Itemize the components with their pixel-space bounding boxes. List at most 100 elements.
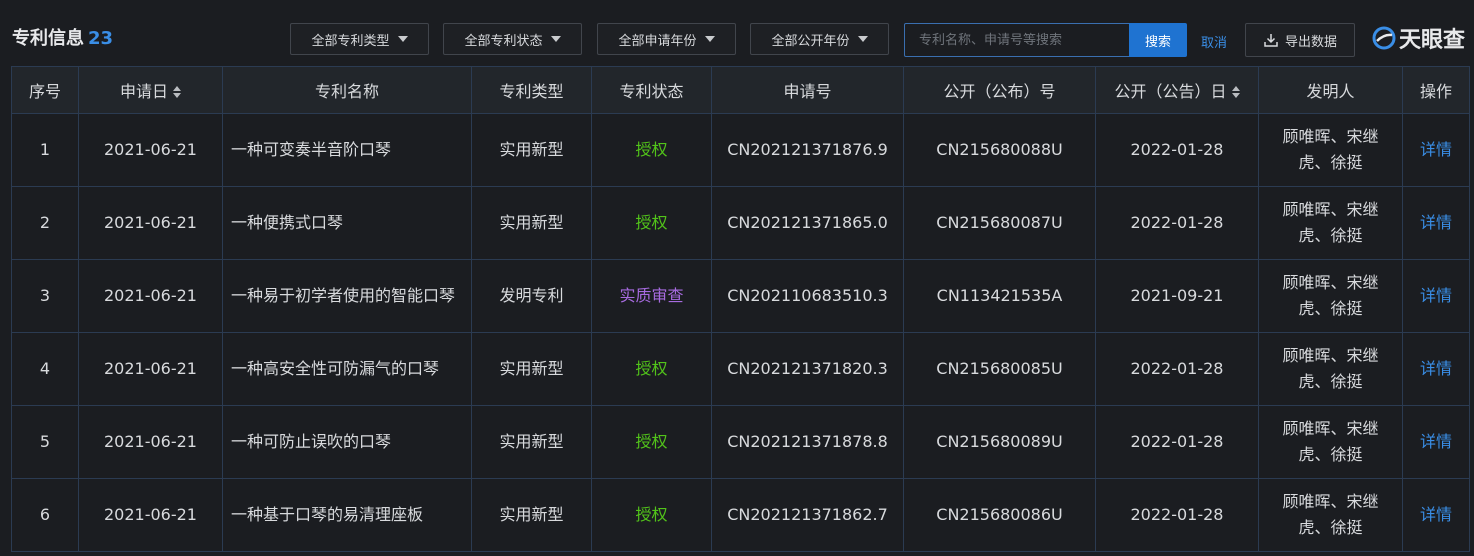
- cell-row-index: 5: [11, 405, 79, 479]
- detail-link-text[interactable]: 详情: [1420, 213, 1452, 232]
- cell-publication-date: 2021-09-21: [1095, 259, 1259, 333]
- filter-label: 全部专利状态: [464, 33, 543, 49]
- filter-publication-year[interactable]: 全部公开年份: [750, 23, 889, 55]
- detail-link-text[interactable]: 详情: [1420, 359, 1452, 378]
- row-index-text: 4: [39, 359, 51, 378]
- caret-down-icon: [397, 36, 408, 42]
- publication-date-text: 2022-01-28: [1130, 213, 1224, 232]
- cell-inventors: 顾唯晖、宋继虎、徐挺: [1258, 332, 1403, 406]
- cell-patent-type: 实用新型: [471, 186, 592, 260]
- cell-patent-status: 授权: [591, 478, 712, 552]
- search-input[interactable]: [904, 23, 1130, 57]
- search-button[interactable]: 搜索: [1129, 23, 1187, 57]
- cell-publication-number: CN215680088U: [903, 113, 1096, 187]
- patent-status-text: 授权: [635, 505, 668, 524]
- filter-patent-type[interactable]: 全部专利类型: [290, 23, 429, 55]
- cell-patent-type: 实用新型: [471, 113, 592, 187]
- cell-detail-link[interactable]: 详情: [1402, 405, 1470, 479]
- sort-icon[interactable]: [1231, 86, 1240, 98]
- detail-link-text[interactable]: 详情: [1420, 432, 1452, 451]
- row-index-text: 2: [39, 213, 51, 232]
- detail-link-text[interactable]: 详情: [1420, 286, 1452, 305]
- inventors-text: 顾唯晖、宋继虎、徐挺: [1282, 492, 1379, 537]
- publication-number-text: CN215680085U: [936, 359, 1063, 378]
- table-row: 5 2021-06-21 一种可防止误吹的口琴 实用新型 授权 CN20212137187…: [11, 405, 1470, 479]
- publication-number-text: CN215680086U: [936, 505, 1063, 524]
- cell-patent-status: 授权: [591, 186, 712, 260]
- col-header-patent-status: 专利状态: [591, 66, 712, 114]
- cell-detail-link[interactable]: 详情: [1402, 259, 1470, 333]
- caret-down-icon: [857, 36, 868, 42]
- filter-patent-status[interactable]: 全部专利状态: [443, 23, 582, 55]
- cell-application-number: CN202121371862.7: [711, 478, 904, 552]
- cell-inventors: 顾唯晖、宋继虎、徐挺: [1258, 186, 1403, 260]
- cell-publication-number: CN215680085U: [903, 332, 1096, 406]
- cell-detail-link[interactable]: 详情: [1402, 186, 1470, 260]
- cancel-button[interactable]: 取消: [1201, 32, 1227, 51]
- cell-publication-number: CN113421535A: [903, 259, 1096, 333]
- detail-link-text[interactable]: 详情: [1420, 505, 1452, 524]
- cell-detail-link[interactable]: 详情: [1402, 113, 1470, 187]
- col-header-patent-name: 专利名称: [222, 66, 472, 114]
- logo-text: 天眼查: [1399, 28, 1466, 53]
- cell-patent-type: 实用新型: [471, 332, 592, 406]
- cell-row-index: 4: [11, 332, 79, 406]
- cell-patent-type: 实用新型: [471, 478, 592, 552]
- col-header-inventors: 发明人: [1258, 66, 1403, 114]
- patent-name-text: 一种可防止误吹的口琴: [231, 432, 392, 451]
- download-icon: [1264, 34, 1278, 47]
- inventors-text: 顾唯晖、宋继虎、徐挺: [1282, 200, 1379, 245]
- patent-type-text: 实用新型: [499, 140, 564, 159]
- cell-patent-name: 一种便携式口琴: [222, 186, 472, 260]
- patent-type-text: 发明专利: [499, 286, 564, 305]
- application-number-text: CN202121371865.0: [727, 213, 888, 232]
- application-number-text: CN202110683510.3: [727, 286, 888, 305]
- patent-count: 23: [88, 28, 114, 49]
- page-title: 专利信息 23: [12, 24, 113, 50]
- row-index-text: 3: [39, 286, 51, 305]
- application-number-text: CN202121371862.7: [727, 505, 888, 524]
- header-bar: 专利信息23 全部专利类型 全部专利状态 全部申请年份 全部公开年份 搜索 取消…: [0, 0, 1474, 66]
- table-row: 4 2021-06-21 一种高安全性可防漏气的口琴 实用新型 授权 CN20212137…: [11, 332, 1470, 406]
- table-row: 6 2021-06-21 一种基于口琴的易清理座板 实用新型 授权 CN202121371…: [11, 478, 1470, 552]
- export-label: 导出数据: [1284, 34, 1337, 50]
- filter-application-year[interactable]: 全部申请年份: [597, 23, 736, 55]
- patent-status-text: 授权: [635, 213, 668, 232]
- cell-detail-link[interactable]: 详情: [1402, 332, 1470, 406]
- cell-patent-status: 授权: [591, 405, 712, 479]
- cell-row-index: 1: [11, 113, 79, 187]
- export-data-button[interactable]: 导出数据: [1245, 23, 1355, 57]
- cell-patent-name: 一种可变奏半音阶口琴: [222, 113, 472, 187]
- cell-inventors: 顾唯晖、宋继虎、徐挺: [1258, 259, 1403, 333]
- inventors-text: 顾唯晖、宋继虎、徐挺: [1282, 419, 1379, 464]
- cell-application-date: 2021-06-21: [78, 332, 223, 406]
- patent-name-text: 一种可变奏半音阶口琴: [231, 140, 392, 159]
- cell-inventors: 顾唯晖、宋继虎、徐挺: [1258, 478, 1403, 552]
- application-date-text: 2021-06-21: [104, 213, 197, 232]
- patent-type-text: 实用新型: [499, 432, 564, 451]
- publication-date-text: 2022-01-28: [1130, 432, 1224, 451]
- col-header-application-date[interactable]: 申请日: [78, 66, 223, 114]
- cell-publication-date: 2022-01-28: [1095, 405, 1259, 479]
- tianyancha-logo: 天眼查: [1372, 22, 1465, 54]
- table-header-row: 序号 申请日 专利名称 专利类型 专利状态 申请号 公开（公布）号 公开（公告）…: [11, 66, 1470, 114]
- patent-table: 序号 申请日 专利名称 专利类型 专利状态 申请号 公开（公布）号 公开（公告）…: [11, 66, 1470, 552]
- cell-inventors: 顾唯晖、宋继虎、徐挺: [1258, 405, 1403, 479]
- application-number-text: CN202121371820.3: [727, 359, 888, 378]
- patent-status-text: 授权: [635, 359, 668, 378]
- col-header-publication-number: 公开（公布）号: [903, 66, 1096, 114]
- cell-patent-status: 授权: [591, 332, 712, 406]
- col-header-publication-date[interactable]: 公开（公告）日: [1095, 66, 1259, 114]
- detail-link-text[interactable]: 详情: [1420, 140, 1452, 159]
- publication-date-text: 2022-01-28: [1130, 140, 1224, 159]
- cell-application-number: CN202121371820.3: [711, 332, 904, 406]
- cell-application-number: CN202121371876.9: [711, 113, 904, 187]
- cell-detail-link[interactable]: 详情: [1402, 478, 1470, 552]
- cell-publication-number: CN215680089U: [903, 405, 1096, 479]
- title-text: 专利信息: [12, 28, 84, 49]
- sort-icon[interactable]: [173, 86, 181, 98]
- cell-inventors: 顾唯晖、宋继虎、徐挺: [1258, 113, 1403, 187]
- cell-patent-type: 发明专利: [471, 259, 592, 333]
- cell-patent-name: 一种可防止误吹的口琴: [222, 405, 472, 479]
- application-date-text: 2021-06-21: [104, 140, 197, 159]
